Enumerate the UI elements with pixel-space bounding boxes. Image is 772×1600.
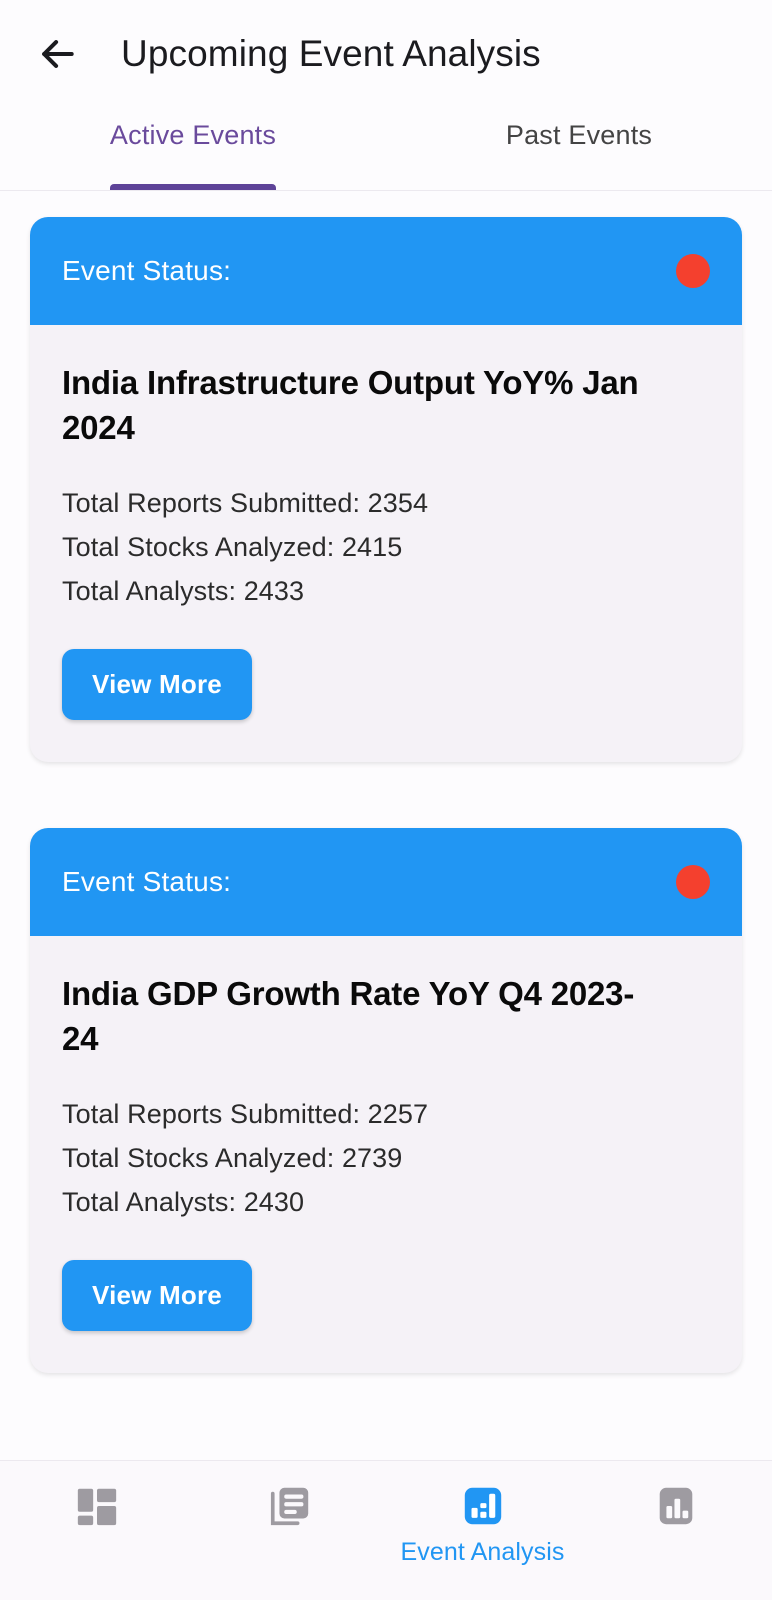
event-status-label: Event Status: [62, 255, 232, 286]
app-bar: Upcoming Event Analysis [0, 0, 772, 108]
articles-library-icon [267, 1483, 313, 1532]
dashboard-grid-icon [74, 1483, 120, 1532]
event-card-header: Event Status: [30, 827, 742, 936]
bar-chart-icon [653, 1483, 699, 1532]
nav-item-dashboard[interactable] [0, 1483, 193, 1538]
page-title: Upcoming Event Analysis [121, 33, 541, 74]
event-stat-stocks: Total Stocks Analyzed: 2739 [62, 1142, 403, 1173]
tab-past-events[interactable]: Past Events [386, 108, 772, 190]
arrow-left-icon [35, 32, 79, 76]
status-badge [676, 864, 710, 899]
event-title: India GDP Growth Rate YoY Q4 2023-24 [62, 974, 635, 1057]
event-card-header: Event Status: [30, 217, 742, 325]
event-title: India Infrastructure Output YoY% Jan 202… [62, 364, 639, 446]
view-more-button[interactable]: View More [62, 648, 252, 720]
event-stat-reports: Total Reports Submitted: 2354 [62, 487, 429, 518]
event-stat-analysts: Total Analysts: 2433 [62, 575, 305, 606]
event-stat-reports: Total Reports Submitted: 2257 [62, 1098, 429, 1129]
nav-item-articles[interactable] [193, 1483, 386, 1538]
tab-active-events[interactable]: Active Events [0, 108, 386, 190]
event-stat-stocks: Total Stocks Analyzed: 2415 [62, 531, 403, 562]
nav-item-reports[interactable] [579, 1483, 772, 1538]
tab-bar: Active Events Past Events [0, 108, 772, 191]
tab-past-events-label: Past Events [505, 120, 653, 150]
back-button[interactable] [30, 27, 84, 81]
event-list[interactable]: Event Status: India Infrastructure Outpu… [0, 191, 772, 1460]
event-card[interactable]: Event Status: India GDP Growth Rate YoY … [30, 827, 742, 1373]
event-card[interactable]: Event Status: India Infrastructure Outpu… [30, 217, 742, 762]
event-status-label: Event Status: [62, 865, 232, 897]
view-more-button[interactable]: View More [62, 1259, 252, 1331]
event-card-body: India Infrastructure Output YoY% Jan 202… [30, 325, 742, 762]
event-card-body: India GDP Growth Rate YoY Q4 2023-24 Tot… [30, 936, 742, 1373]
event-stat-analysts: Total Analysts: 2430 [62, 1186, 305, 1217]
event-analysis-bar-chart-icon [460, 1483, 506, 1532]
nav-item-event-analysis[interactable]: Event Analysis [386, 1483, 579, 1567]
tab-active-events-label: Active Events [109, 120, 277, 150]
app-screen: Upcoming Event Analysis Active Events Pa… [0, 0, 772, 1600]
status-badge [676, 254, 710, 288]
nav-item-event-analysis-label: Event Analysis [400, 1538, 565, 1566]
tab-active-indicator [110, 184, 276, 190]
bottom-navigation: Event Analysis [0, 1460, 772, 1600]
